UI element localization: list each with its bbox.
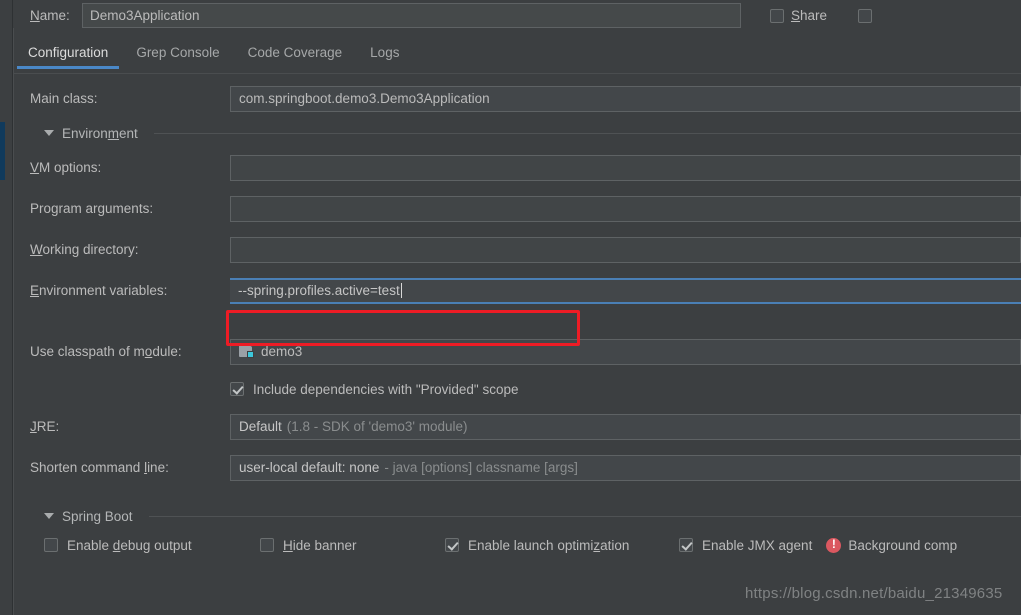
main-class-field[interactable]: com.springboot.demo3.Demo3Application [230, 85, 1021, 112]
watermark-url: https://blog.csdn.net/baidu_21349635 [745, 585, 1003, 602]
name-mnemonic: N [30, 8, 40, 23]
classpath-module-field[interactable]: demo3 [230, 338, 1021, 365]
enable-launch-optimization-checkbox[interactable] [445, 538, 459, 552]
hide-banner-label: Hide banner [283, 537, 357, 553]
hide-banner-checkbox[interactable] [260, 538, 274, 552]
enable-debug-output-checkbox[interactable] [44, 538, 58, 552]
text-caret [400, 283, 402, 298]
program-arguments-field[interactable] [230, 195, 1021, 222]
classpath-module-row: Use classpath of module: demo3 [14, 331, 1021, 372]
chevron-down-icon-springboot[interactable] [44, 513, 54, 519]
tab-configuration[interactable]: Configuration [14, 40, 122, 69]
tab-grep-console[interactable]: Grep Console [122, 40, 233, 69]
spring-boot-section-label: Spring Boot [62, 508, 133, 524]
jre-label: JRE: [30, 419, 60, 434]
gutter-selection-marker [0, 122, 5, 180]
environment-section-label: Environment [62, 125, 138, 141]
environment-variables-field[interactable]: --spring.profiles.active=test [230, 277, 1021, 304]
share-checkbox-row[interactable]: Share [770, 8, 827, 23]
configuration-tabs[interactable]: Configuration Grep Console Code Coverage… [14, 40, 1021, 74]
environment-variables-value: --spring.profiles.active=test [238, 283, 400, 298]
share-label: Share [791, 8, 828, 23]
spring-boot-section-header[interactable]: Spring Boot [14, 502, 1021, 530]
shorten-command-line-row: Shorten command line: user-local default… [14, 447, 1021, 488]
include-provided-checkbox[interactable] [230, 382, 244, 396]
name-label: Name: [30, 8, 70, 23]
vm-options-field[interactable] [230, 154, 1021, 181]
jre-value-detail: (1.8 - SDK of 'demo3' module) [286, 419, 468, 434]
secondary-checkbox[interactable] [858, 8, 873, 23]
chevron-down-icon[interactable] [44, 130, 54, 136]
include-provided-row[interactable]: Include dependencies with "Provided" sco… [14, 372, 1021, 406]
environment-variables-row: Environment variables: --spring.profiles… [14, 270, 1021, 311]
secondary-checkbox-row[interactable] [858, 8, 873, 23]
vm-options-row: VM options: [14, 147, 1021, 188]
environment-variables-label: Environment variables: [30, 283, 168, 298]
working-directory-row: Working directory: [14, 229, 1021, 270]
shorten-command-line-field[interactable]: user-local default: none - java [options… [230, 454, 1021, 481]
program-arguments-row: Program arguments: [14, 188, 1021, 229]
enable-jmx-agent-label: Enable JMX agent [702, 537, 813, 553]
enable-jmx-agent-item[interactable]: Enable JMX agent [679, 538, 812, 553]
vm-options-label: VM options: [30, 160, 102, 175]
main-class-label: Main class: [30, 91, 98, 106]
shorten-command-line-label: Shorten command line: [30, 460, 169, 475]
background-compilation-label: Background comp [848, 537, 958, 553]
error-icon[interactable] [826, 537, 842, 553]
include-provided-label: Include dependencies with "Provided" sco… [253, 381, 519, 397]
tab-code-coverage[interactable]: Code Coverage [234, 40, 357, 69]
configuration-name-input[interactable] [82, 3, 741, 28]
section-divider-line [153, 132, 1021, 134]
enable-launch-optimization-item[interactable]: Enable launch optimization [445, 538, 679, 553]
enable-launch-optimization-label: Enable launch optimization [468, 537, 630, 553]
spring-boot-options-row: Enable debug output Hide banner Enable l… [14, 530, 1021, 560]
enable-jmx-agent-checkbox[interactable] [679, 538, 693, 552]
program-arguments-label: Program arguments: [30, 201, 154, 216]
spring-boot-divider-line [148, 515, 1021, 517]
name-row: Name: Share [14, 0, 1021, 31]
jre-field[interactable]: Default (1.8 - SDK of 'demo3' module) [230, 413, 1021, 440]
tab-logs[interactable]: Logs [356, 40, 413, 69]
enable-debug-output-label: Enable debug output [67, 537, 192, 553]
share-checkbox[interactable] [770, 8, 784, 23]
classpath-module-label: Use classpath of module: [30, 344, 182, 359]
jre-row: JRE: Default (1.8 - SDK of 'demo3' modul… [14, 406, 1021, 447]
main-class-row: Main class: com.springboot.demo3.Demo3Ap… [14, 78, 1021, 119]
configuration-form: Main class: com.springboot.demo3.Demo3Ap… [14, 78, 1021, 560]
module-folder-icon [239, 345, 254, 358]
shorten-value-main: user-local default: none [239, 460, 380, 475]
left-gutter-strip [0, 0, 13, 615]
jre-value-main: Default [239, 419, 282, 434]
environment-section-header[interactable]: Environment [14, 119, 1021, 147]
classpath-module-value: demo3 [261, 344, 303, 359]
enable-debug-output-item[interactable]: Enable debug output [44, 538, 260, 553]
working-directory-field[interactable] [230, 236, 1021, 263]
tabs-underline [14, 73, 1021, 74]
hide-banner-item[interactable]: Hide banner [260, 538, 445, 553]
working-directory-label: Working directory: [30, 242, 139, 257]
shorten-value-detail: - java [options] classname [args] [384, 460, 578, 475]
